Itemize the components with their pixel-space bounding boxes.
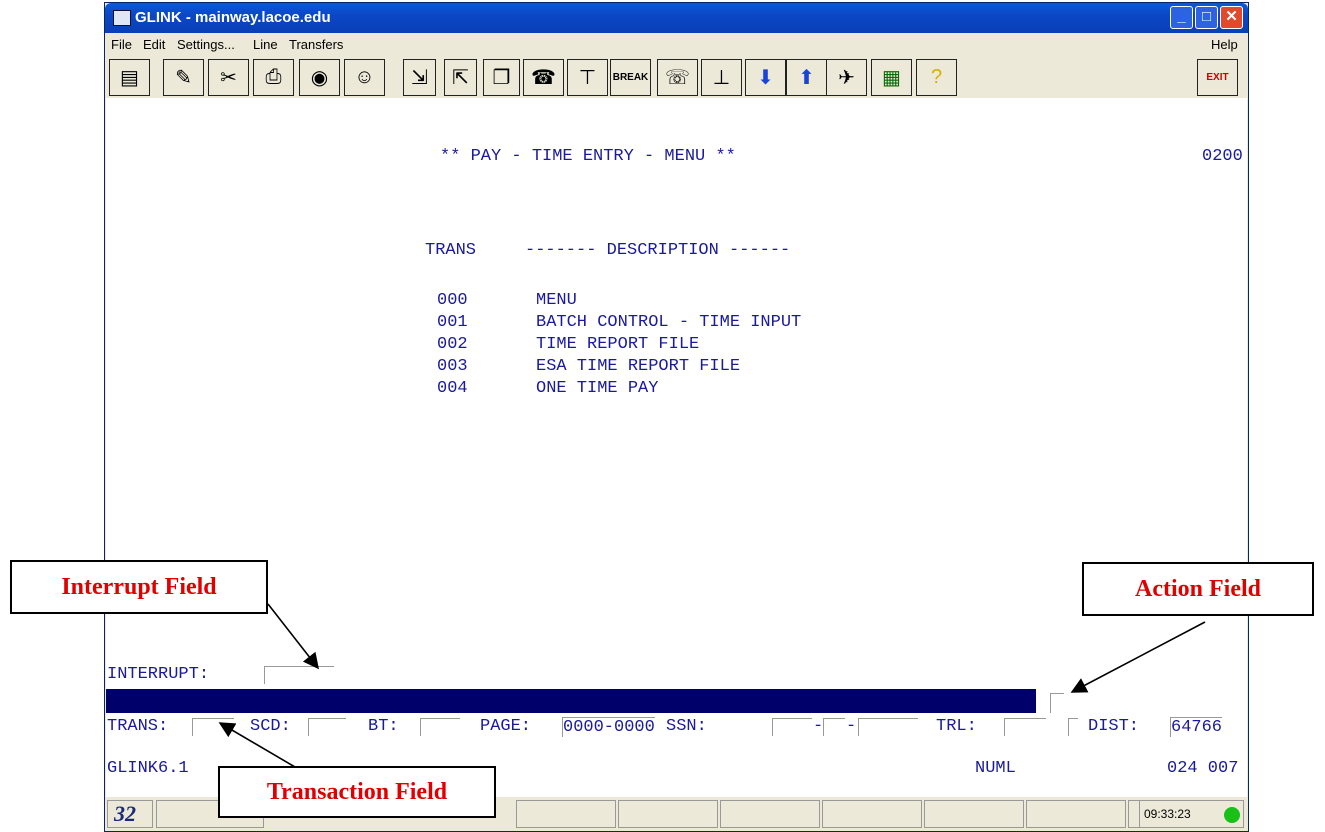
- interrupt-arrow: [267, 603, 319, 670]
- transaction-arrow: [218, 722, 296, 768]
- transaction-field-callout: Transaction Field: [218, 766, 496, 818]
- action-arrow: [1070, 621, 1206, 693]
- action-field-callout: Action Field: [1082, 562, 1314, 616]
- interrupt-field-callout: Interrupt Field: [10, 560, 268, 614]
- callout-arrows: [218, 603, 1206, 768]
